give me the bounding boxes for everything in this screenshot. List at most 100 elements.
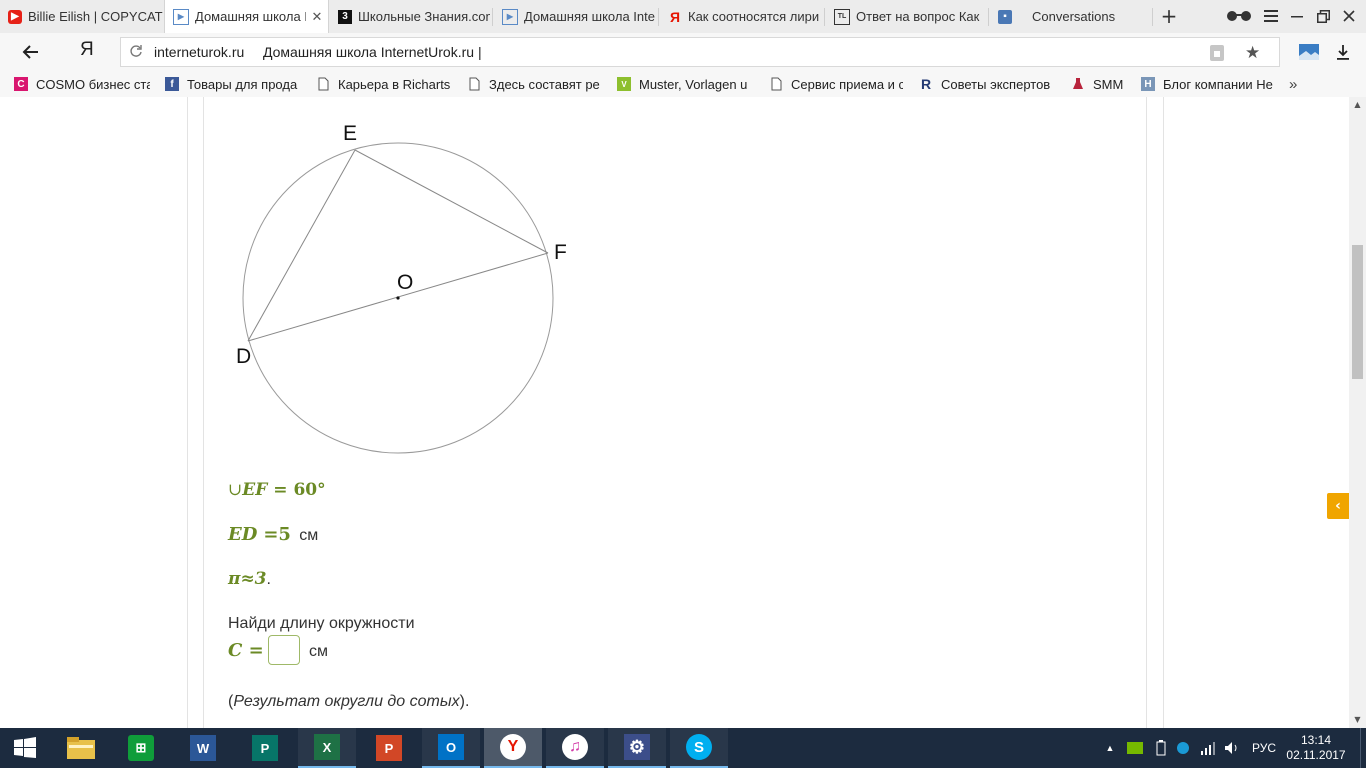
facebook-icon: f	[165, 77, 179, 91]
scroll-up-arrow-icon[interactable]: ▲	[1349, 97, 1366, 111]
taskbar-excel[interactable]: X	[298, 728, 356, 768]
tab-yandex[interactable]: Я Как соотносятся лири	[660, 0, 822, 33]
flask-icon	[1071, 77, 1085, 91]
tab-separator	[824, 8, 825, 26]
tab-separator	[658, 8, 659, 26]
znanija-icon: 3	[338, 9, 352, 24]
circle-figure: E F O D	[236, 122, 567, 454]
address-bar-row: Я interneturok.ru Домашняя школа Interne…	[0, 33, 1366, 71]
taskbar-store[interactable]: ⊞	[112, 728, 170, 768]
r-icon: R	[920, 76, 932, 92]
address-field[interactable]: interneturok.ru Домашняя школа InternetU…	[120, 37, 1280, 67]
clock[interactable]: 13:14 02.11.2017	[1286, 728, 1345, 768]
browser-tray-icon[interactable]	[1174, 728, 1192, 768]
close-window-icon[interactable]	[1340, 6, 1358, 26]
page-scrollbar[interactable]: ▲ ▼	[1349, 97, 1366, 728]
taskbar-outlook[interactable]: O	[422, 728, 480, 768]
restore-icon[interactable]	[1314, 6, 1332, 26]
settings-icon: ⚙	[624, 734, 650, 760]
answer-unit: см	[309, 643, 328, 660]
tab-interneturok-active[interactable]: ▶ Домашняя школа I ✕	[164, 0, 329, 33]
tab-youtube[interactable]: ▶ Billie Eilish | COPYCAT	[0, 0, 163, 33]
volume-icon[interactable]	[1222, 728, 1242, 768]
start-icon	[14, 737, 36, 758]
show-desktop-button[interactable]	[1360, 728, 1366, 768]
bookmark-richarts[interactable]: Карьера в Richarts	[316, 71, 450, 97]
start-button[interactable]	[0, 728, 50, 768]
h-icon: H	[1141, 77, 1155, 91]
tab-interneturok-2[interactable]: ▶ Домашняя школа Inte	[494, 0, 656, 33]
tab-separator	[988, 8, 989, 26]
bookmark-vorlagen[interactable]: V Muster, Vorlagen u	[617, 71, 753, 97]
bookmark-experts[interactable]: R Советы экспертов	[919, 71, 1053, 97]
windows-taskbar: ⊞ W P X P O Y ♫ ⚙ S ▲ РУС 13:14 02.11.20…	[0, 728, 1366, 768]
yandex-icon: Я	[669, 8, 681, 25]
battery-icon[interactable]	[1152, 728, 1170, 768]
lock-icon[interactable]	[1209, 44, 1225, 62]
given-chord: ED =5 см	[228, 524, 319, 545]
wifi-signal-icon[interactable]	[1198, 728, 1218, 768]
tab-znanija[interactable]: 3 Школьные Знания.com	[330, 0, 490, 33]
cosmo-icon: C	[14, 77, 28, 91]
screenshot-tool-icon[interactable]	[1298, 43, 1320, 61]
page-content: E F O D ∪EF = 60° ED =5 см π≈3. Найди длин…	[0, 97, 1349, 728]
scroll-thumb[interactable]	[1352, 245, 1363, 379]
tab-separator	[492, 8, 493, 26]
taskbar-skype[interactable]: S	[670, 728, 728, 768]
clock-time: 13:14	[1300, 733, 1332, 747]
answer-input[interactable]	[268, 635, 300, 665]
tab-bar: ▶ Billie Eilish | COPYCAT ▶ Домашняя шко…	[0, 0, 1366, 34]
bookmark-facebook[interactable]: f Товары для прода	[165, 71, 298, 97]
taskbar-powerpoint[interactable]: P	[360, 728, 418, 768]
bookmark-resume[interactable]: Здесь составят ре	[467, 71, 601, 97]
back-arrow-icon[interactable]	[20, 41, 42, 63]
taskbar-yandex-browser[interactable]: Y	[484, 728, 542, 768]
downloads-icon[interactable]	[1334, 43, 1352, 61]
reload-icon[interactable]	[129, 44, 143, 58]
youtube-icon: ▶	[8, 9, 22, 24]
rounding-note: (Результат округли до сотых).	[228, 693, 470, 710]
given-arc: ∪EF = 60°	[228, 480, 326, 500]
given-pi: π≈3.	[228, 569, 271, 589]
powerpoint-icon: P	[376, 735, 402, 761]
page-icon	[467, 77, 481, 91]
new-tab-plus-icon[interactable]: +	[1159, 4, 1179, 28]
chat-icon: ▪	[998, 9, 1012, 24]
label-o: O	[397, 271, 413, 294]
chord-ed	[247, 149, 356, 342]
bookmark-star-icon[interactable]: ★	[1245, 43, 1260, 63]
nvidia-icon[interactable]	[1126, 728, 1144, 768]
publisher-icon: P	[252, 735, 278, 761]
incognito-glasses-icon[interactable]	[1224, 6, 1254, 26]
taskbar-itunes[interactable]: ♫	[546, 728, 604, 768]
bookmark-cosmo[interactable]: C COSMO бизнес ста	[14, 71, 150, 97]
tl-icon: TL	[834, 8, 850, 25]
tray-expand-chevron-icon[interactable]: ▲	[1102, 728, 1118, 768]
yandex-browser-icon: Y	[500, 734, 526, 760]
internet-urok-icon: ▶	[173, 8, 189, 25]
url-page-title: Домашняя школа InternetUrok.ru |	[263, 44, 482, 60]
tab-conversations[interactable]: ▪ Conversations	[990, 0, 1150, 33]
close-tab-icon[interactable]: ✕	[310, 9, 324, 25]
taskbar-settings[interactable]: ⚙	[608, 728, 666, 768]
url-domain: interneturok.ru	[154, 44, 245, 60]
label-e: E	[343, 122, 357, 145]
bookmark-blog[interactable]: H Блог компании Не	[1141, 71, 1275, 97]
side-panel-chevron-left-icon[interactable]: ‹	[1327, 493, 1349, 519]
language-indicator[interactable]: РУС	[1248, 728, 1280, 768]
taskbar-word[interactable]: W	[174, 728, 232, 768]
bookmarks-overflow-chevron-icon[interactable]: »	[1289, 71, 1305, 97]
menu-hamburger-icon[interactable]	[1262, 6, 1280, 26]
bookmark-smm[interactable]: SMM	[1071, 71, 1131, 97]
file-explorer-icon	[67, 737, 95, 759]
vorlagen-icon: V	[617, 77, 631, 91]
scroll-down-arrow-icon[interactable]: ▼	[1349, 712, 1366, 726]
page-icon	[316, 77, 330, 91]
bookmark-service[interactable]: Сервис приема и с	[769, 71, 903, 97]
tab-answer[interactable]: TL Ответ на вопрос Как	[826, 0, 986, 33]
minimize-icon[interactable]	[1288, 6, 1306, 26]
taskbar-publisher[interactable]: P	[236, 728, 294, 768]
yandex-logo-icon[interactable]: Я	[80, 39, 100, 63]
question-text: Найди длину окружности	[228, 615, 415, 632]
taskbar-file-explorer[interactable]	[52, 728, 110, 768]
